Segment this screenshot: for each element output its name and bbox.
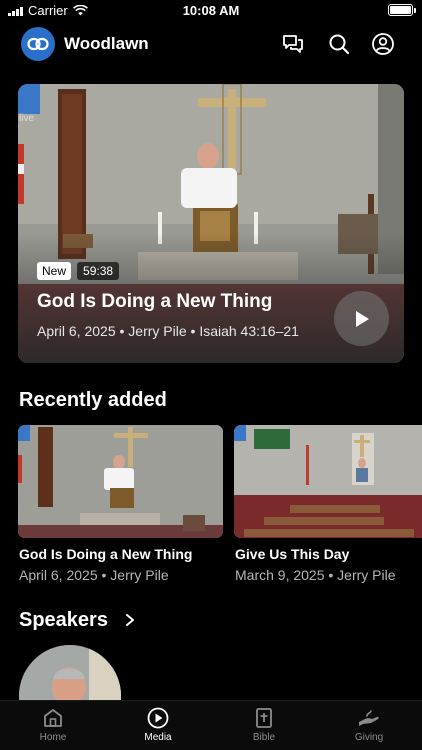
app-header: Woodlawn	[0, 25, 422, 63]
church-logo[interactable]	[21, 27, 55, 61]
chat-bubbles-icon[interactable]	[281, 32, 305, 56]
tab-label: Giving	[354, 732, 384, 743]
bible-icon	[256, 708, 272, 728]
hero-title: God Is Doing a New Thing	[37, 291, 273, 312]
tab-label: Media	[144, 732, 172, 743]
new-badge: New	[37, 262, 72, 280]
recent-item-meta: March 9, 2025 • Jerry Pile	[235, 567, 396, 583]
tab-giving[interactable]: Giving	[327, 707, 411, 743]
recent-item-thumbnail[interactable]	[18, 425, 223, 538]
recent-item-title[interactable]: God Is Doing a New Thing	[19, 546, 192, 562]
tab-label: Bible	[252, 732, 276, 743]
home-icon	[44, 709, 62, 727]
giving-hand-icon	[359, 710, 379, 726]
recent-item-meta: April 6, 2025 • Jerry Pile	[19, 567, 169, 583]
tab-bar: Home Media Bible Giving	[0, 700, 422, 750]
sermon-video-thumbnail	[18, 425, 223, 538]
live-overlay-label: live	[19, 113, 35, 124]
duration-badge: 59:38	[77, 262, 120, 280]
tab-home[interactable]: Home	[11, 707, 95, 743]
play-button[interactable]	[334, 291, 389, 346]
recent-item-thumbnail[interactable]	[234, 425, 422, 538]
status-bar: Carrier 10:08 AM	[0, 0, 422, 22]
hero-meta: April 6, 2025 • Jerry Pile • Isaiah 43:1…	[37, 323, 299, 339]
hero-badges: New 59:38	[37, 262, 120, 280]
speakers-heading[interactable]: Speakers	[19, 609, 108, 632]
play-circle-icon	[147, 707, 169, 729]
sermon-video-thumbnail	[234, 425, 422, 538]
status-time: 10:08 AM	[182, 3, 240, 18]
search-icon[interactable]	[327, 32, 351, 56]
chevron-right-icon[interactable]	[124, 613, 136, 627]
recent-item-title[interactable]: Give Us This Day	[235, 546, 349, 562]
profile-icon[interactable]	[371, 32, 395, 56]
featured-sermon-card[interactable]: live New 59:38 God Is Doing a New Thing …	[18, 84, 404, 363]
battery-icon	[388, 4, 416, 16]
app-title: Woodlawn	[64, 34, 149, 53]
tab-label: Home	[39, 732, 67, 743]
link-rings-icon	[27, 37, 49, 51]
tab-bible[interactable]: Bible	[222, 707, 306, 743]
tab-media[interactable]: Media	[116, 707, 200, 743]
play-icon	[355, 310, 369, 327]
recently-added-heading: Recently added	[19, 389, 167, 411]
